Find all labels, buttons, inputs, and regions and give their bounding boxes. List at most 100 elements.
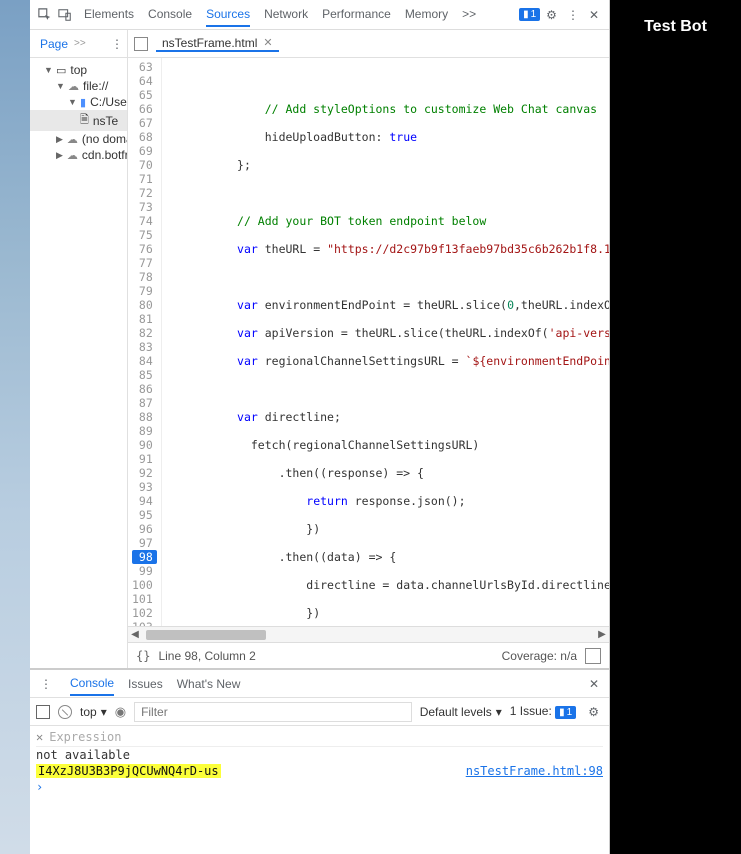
more-menu-icon[interactable]: ⋮ [563,8,583,22]
line-number[interactable]: 84 [132,354,153,368]
line-number-gutter[interactable]: 6364656667686970717273747576777879808182… [128,58,162,626]
expression-result: not available [36,748,130,762]
tree-no-domain[interactable]: ▶☁(no doma [30,131,127,147]
tab-performance[interactable]: Performance [322,3,391,27]
line-number[interactable]: 78 [132,270,153,284]
page-tab[interactable]: Page [40,37,68,51]
code-kw: var [237,354,258,368]
line-number[interactable]: 90 [132,438,153,452]
line-number[interactable]: 81 [132,312,153,326]
line-number[interactable]: 74 [132,214,153,228]
navigator-more-icon[interactable]: ⋮ [107,37,127,51]
code-text: theURL = [258,242,327,256]
line-number[interactable]: 64 [132,74,153,88]
line-number[interactable]: 103 [132,620,153,626]
line-number[interactable]: 99 [132,564,153,578]
line-number[interactable]: 75 [132,228,153,242]
line-number[interactable]: 86 [132,382,153,396]
tab-network[interactable]: Network [264,3,308,27]
tree-file-origin[interactable]: ▼☁file:// [30,78,127,94]
issue-summary[interactable]: 1 Issue: ▮ 1 [510,704,576,719]
tree-file-nste[interactable]: 🗎nsTe [30,110,127,131]
line-number[interactable]: 92 [132,466,153,480]
line-number[interactable]: 76 [132,242,153,256]
tab-memory[interactable]: Memory [405,3,448,27]
close-devtools-icon[interactable]: ✕ [585,8,603,22]
console-filter-input[interactable] [134,702,412,722]
code-kw: var [237,298,258,312]
line-number[interactable]: 65 [132,88,153,102]
tab-elements[interactable]: Elements [84,3,134,27]
clear-console-icon[interactable] [58,705,72,719]
navigator-overflow-icon[interactable]: >> [74,38,86,49]
remove-expression-icon[interactable]: ✕ [36,730,43,744]
line-number[interactable]: 102 [132,606,153,620]
code-content[interactable]: // Add styleOptions to customize Web Cha… [162,58,609,626]
line-number[interactable]: 68 [132,130,153,144]
line-number[interactable]: 89 [132,424,153,438]
console-output[interactable]: ✕ Expression not available I4XzJ8U3B3P9j… [30,726,609,854]
live-expression-row[interactable]: ✕ Expression [36,728,603,747]
line-number[interactable]: 73 [132,200,153,214]
console-settings-icon[interactable]: ⚙ [584,705,603,719]
line-number[interactable]: 82 [132,326,153,340]
drawer-tab-whatsnew[interactable]: What's New [177,673,241,695]
file-outline-icon[interactable] [134,37,148,51]
console-source-link[interactable]: nsTestFrame.html:98 [466,764,603,778]
drawer-close-icon[interactable]: ✕ [585,677,603,691]
tab-console[interactable]: Console [148,3,192,27]
issues-badge-count: 1 [531,9,537,20]
tree-top[interactable]: ▼▭top [30,62,127,78]
inspect-icon[interactable] [36,6,54,24]
drawer-tab-issues[interactable]: Issues [128,673,163,695]
code-str: `${environmentEndPoint}/powerv [466,354,609,368]
line-number[interactable]: 79 [132,284,153,298]
line-number[interactable]: 72 [132,186,153,200]
line-number[interactable]: 93 [132,480,153,494]
sourcemap-icon[interactable] [585,648,601,664]
line-number[interactable]: 98 [132,550,157,564]
line-number[interactable]: 63 [132,60,153,74]
drawer-tab-console[interactable]: Console [70,672,114,696]
file-tab-nstestframe[interactable]: nsTestFrame.html ✕ [156,36,279,52]
line-number[interactable]: 100 [132,578,153,592]
issues-badge[interactable]: ▮ 1 [519,8,540,21]
console-sidebar-icon[interactable] [36,705,50,719]
line-number[interactable]: 85 [132,368,153,382]
editor-horizontal-scrollbar[interactable]: ◀ ▶ [128,626,609,642]
line-number[interactable]: 77 [132,256,153,270]
drawer-more-icon[interactable]: ⋮ [36,677,56,691]
devtools-panel: Elements Console Sources Network Perform… [30,0,610,854]
console-prompt-icon[interactable]: › [36,780,43,794]
line-number[interactable]: 101 [132,592,153,606]
line-number[interactable]: 67 [132,116,153,130]
line-number[interactable]: 87 [132,396,153,410]
scroll-thumb[interactable] [146,630,266,640]
os-side-strip [0,0,30,854]
line-number[interactable]: 66 [132,102,153,116]
line-number[interactable]: 80 [132,298,153,312]
log-levels-selector[interactable]: Default levels ▾ [420,705,502,719]
live-expression-icon[interactable]: ◉ [115,704,126,720]
line-number[interactable]: 70 [132,158,153,172]
scroll-right-icon[interactable]: ▶ [595,629,609,640]
pretty-print-icon[interactable]: {} [136,649,150,663]
context-selector[interactable]: top ▾ [80,705,107,719]
tree-cdn[interactable]: ▶☁cdn.botfr [30,147,127,163]
line-number[interactable]: 71 [132,172,153,186]
tab-overflow[interactable]: >> [462,3,476,27]
line-number[interactable]: 94 [132,494,153,508]
settings-gear-icon[interactable]: ⚙ [542,8,561,22]
tree-folder-cuser[interactable]: ▼▮C:/User [30,94,127,110]
line-number[interactable]: 83 [132,340,153,354]
scroll-left-icon[interactable]: ◀ [128,629,142,640]
line-number[interactable]: 88 [132,410,153,424]
line-number[interactable]: 91 [132,452,153,466]
line-number[interactable]: 95 [132,508,153,522]
tab-sources[interactable]: Sources [206,3,250,27]
device-toolbar-icon[interactable] [56,6,74,24]
line-number[interactable]: 96 [132,522,153,536]
line-number[interactable]: 69 [132,144,153,158]
close-file-tab-icon[interactable]: ✕ [263,36,272,49]
line-number[interactable]: 97 [132,536,153,550]
